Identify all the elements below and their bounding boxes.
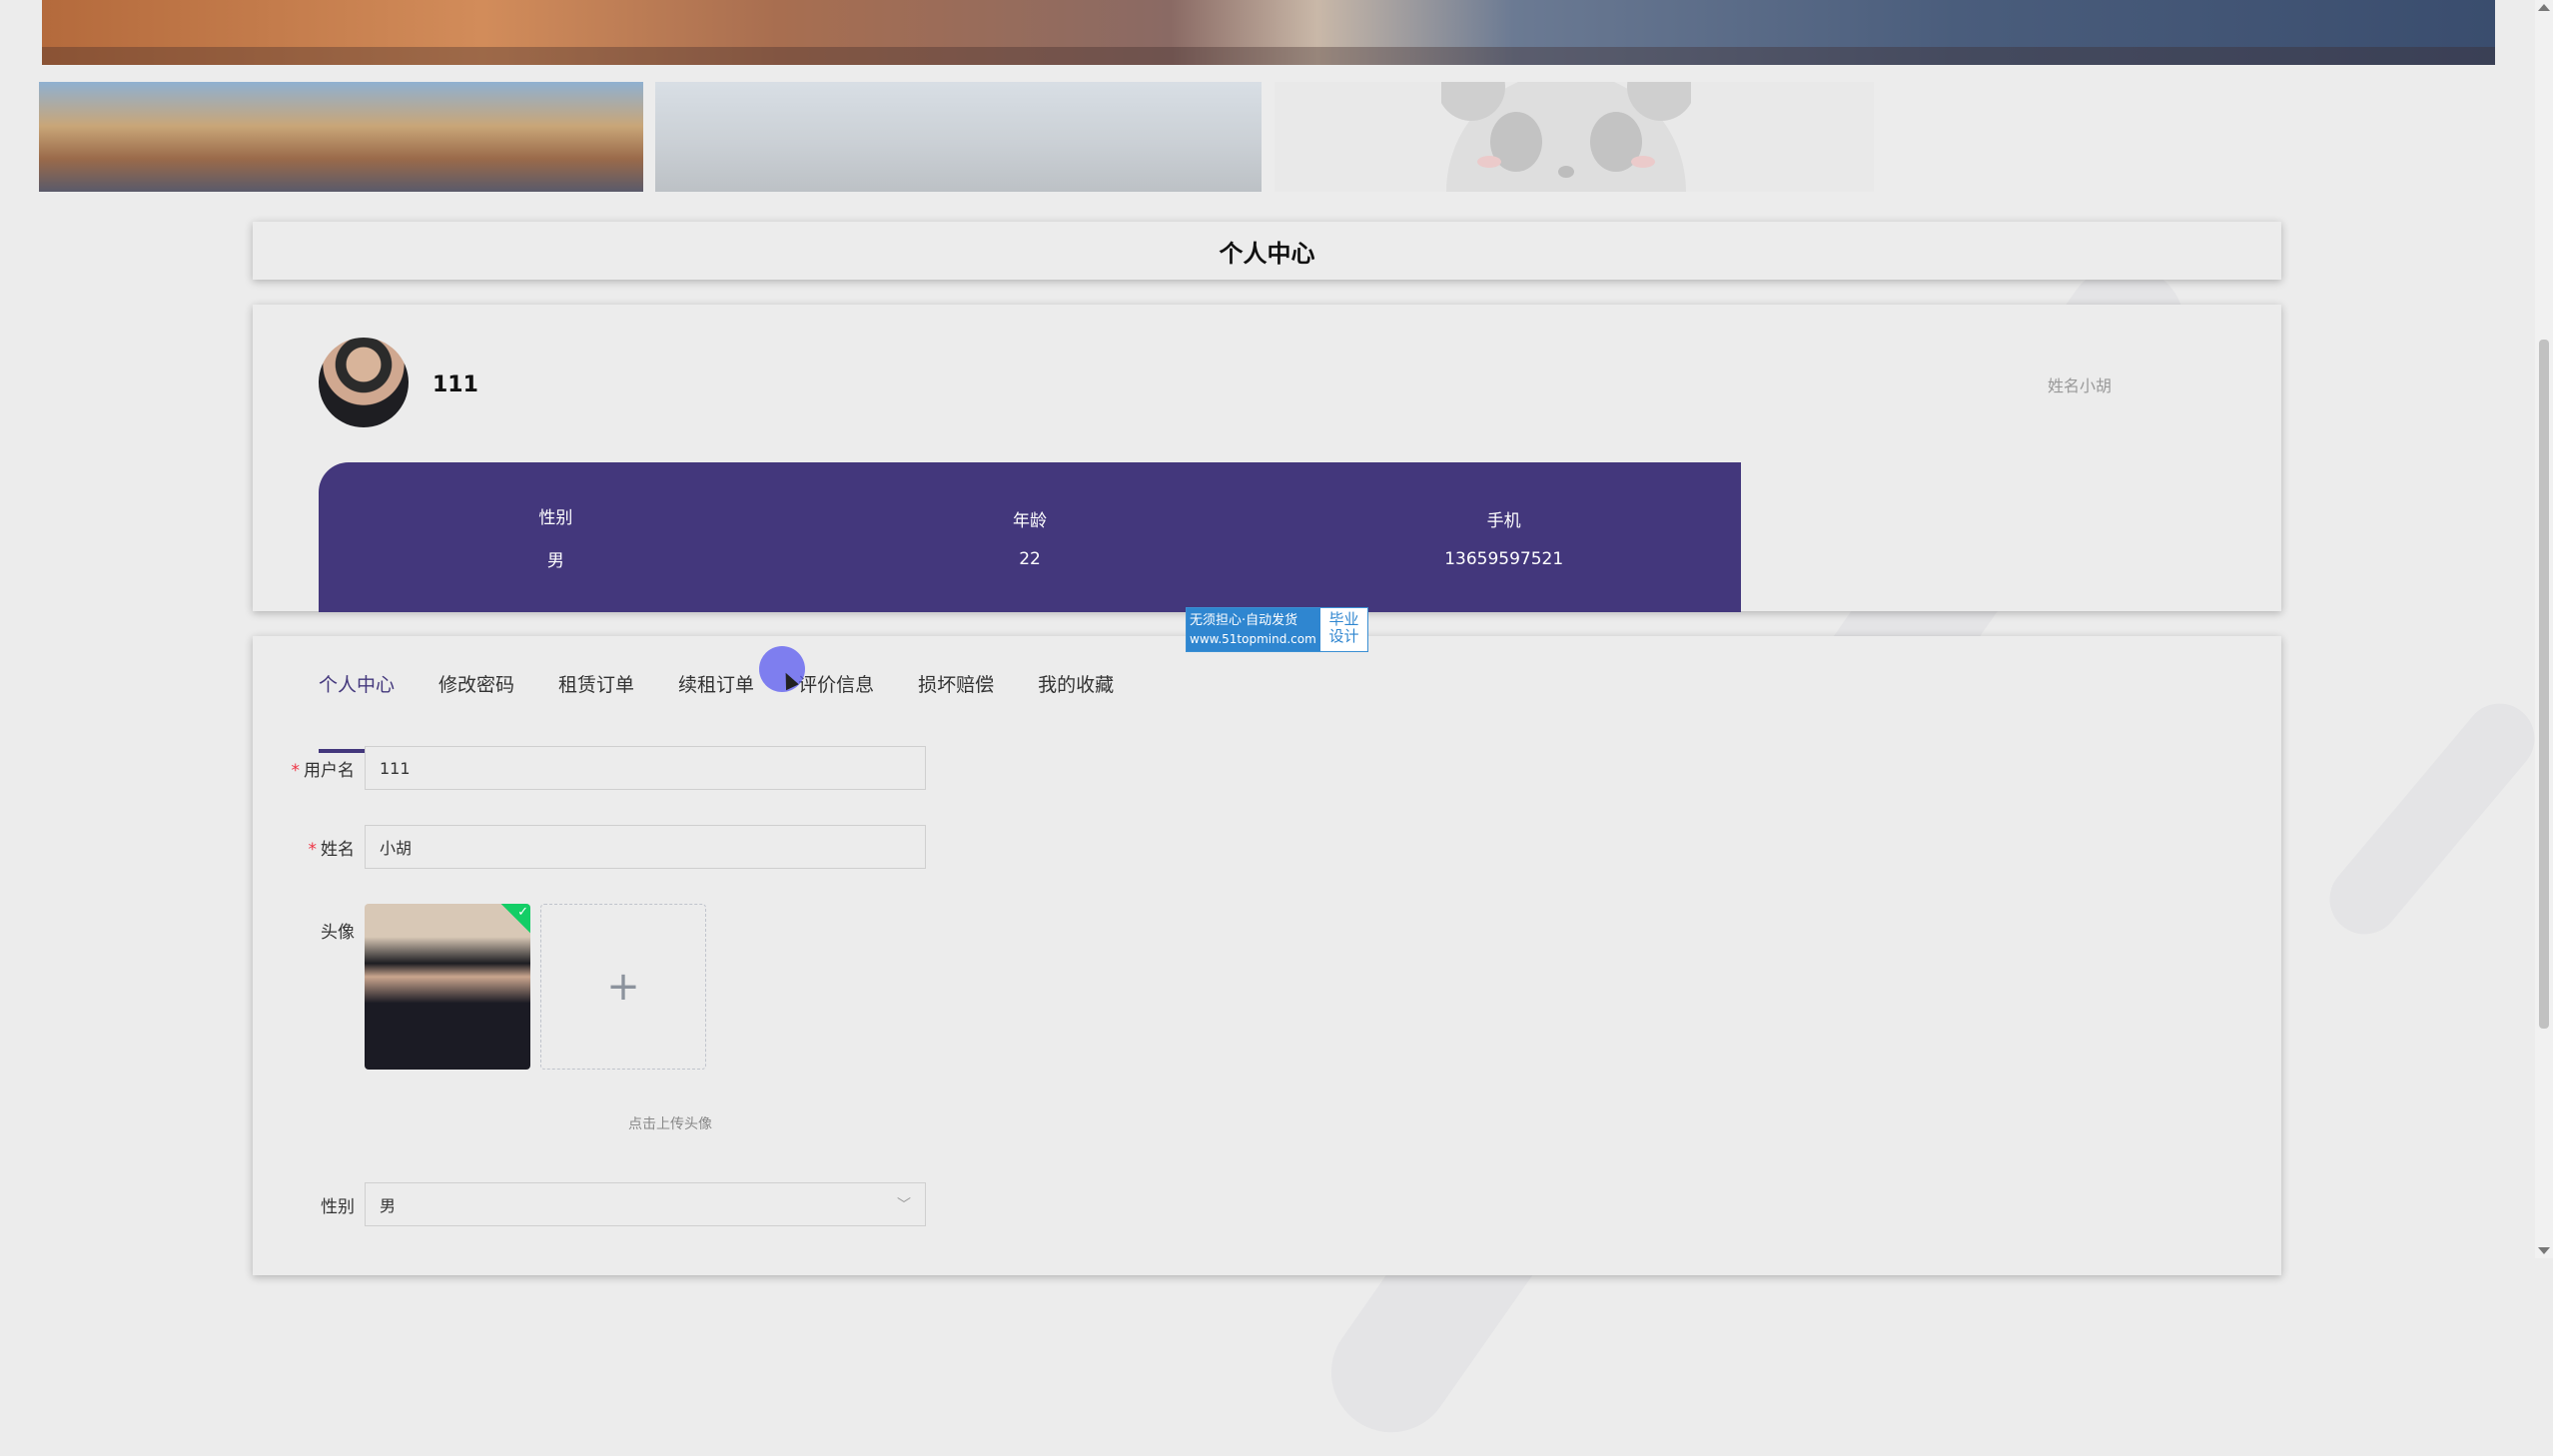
page-title-card: 个人中心 (253, 222, 2281, 280)
stat-phone: 手机 13659597521 (1267, 462, 1741, 612)
tab-change-password[interactable]: 修改密码 (438, 666, 514, 722)
profile-card: 111 姓名小胡 性别 男 年龄 22 手机 13659597521 (253, 305, 2281, 612)
watermark-badge: 无须担心·自动发货 www.51topmind.com 毕业 设计 (1186, 607, 1368, 652)
watermark-right-text: 毕业 (1328, 610, 1359, 628)
tab-favorites[interactable]: 我的收藏 (1038, 666, 1114, 722)
stat-gender: 性别 男 (319, 462, 793, 612)
username-input[interactable]: 111 (365, 746, 926, 790)
scrollbar-thumb[interactable] (2539, 340, 2549, 1029)
profile-stats-bar: 性别 男 年龄 22 手机 13659597521 (319, 462, 1741, 612)
name-input[interactable]: 小胡 (365, 825, 926, 869)
carousel-thumbnail[interactable] (39, 82, 643, 192)
gender-select[interactable]: 男 ﹀ (365, 1182, 926, 1226)
username-label: * 用户名 (291, 760, 356, 781)
carousel-thumbnail[interactable] (655, 82, 1262, 192)
gender-label: 性别 (321, 1196, 355, 1217)
chevron-down-icon: ﹀ (897, 1197, 911, 1213)
profile-form-card: 个人中心 修改密码 租赁订单 续租订单 评价信息 损坏赔偿 我的收藏 * 用户名 … (253, 636, 2281, 1275)
tab-renewal-orders[interactable]: 续租订单 (678, 666, 754, 722)
plus-icon: + (606, 964, 640, 1010)
upload-tip: 点击上传头像 (628, 1116, 712, 1132)
upload-avatar-button[interactable]: + (540, 904, 706, 1070)
tab-reviews[interactable]: 评价信息 (798, 666, 874, 722)
gender-selected-value: 男 (380, 1196, 397, 1215)
watermark-text: 无须担心·自动发货 (1190, 613, 1298, 628)
stat-label: 性别 (538, 508, 573, 528)
name-label: * 姓名 (308, 839, 356, 860)
avatar (319, 338, 409, 427)
form-row-avatar: 头像 ✓ + (253, 904, 706, 1070)
banner-image[interactable] (42, 0, 2495, 65)
watermark-right-text: 设计 (1328, 627, 1359, 645)
avatar-label: 头像 (321, 923, 355, 943)
page-scrollbar[interactable] (2535, 0, 2553, 1258)
stat-label: 手机 (1486, 510, 1521, 531)
tab-damage-compensation[interactable]: 损坏赔偿 (918, 666, 994, 722)
cursor-highlight (759, 646, 805, 692)
tab-personal-center[interactable]: 个人中心 (319, 666, 396, 753)
profile-tabs: 个人中心 修改密码 租赁订单 续租订单 评价信息 损坏赔偿 我的收藏 (319, 666, 1158, 753)
form-row-username: * 用户名 111 (253, 746, 926, 790)
stat-value: 13659597521 (1444, 548, 1564, 569)
form-row-name: * 姓名 小胡 (253, 825, 926, 869)
stat-label: 年龄 (1013, 510, 1047, 531)
scroll-up-icon[interactable] (2538, 4, 2550, 11)
page-title: 个人中心 (1219, 239, 1315, 268)
watermark-url: www.51topmind.com (1190, 632, 1316, 646)
profile-username: 111 (432, 372, 478, 397)
profile-name-hint: 姓名小胡 (2047, 376, 2112, 395)
uploaded-avatar-image[interactable]: ✓ (365, 904, 530, 1070)
background-stripe (2315, 689, 2549, 949)
stat-value: 男 (546, 551, 564, 571)
stat-value: 22 (1019, 548, 1041, 569)
form-row-gender: 性别 男 ﹀ (253, 1182, 926, 1226)
check-icon: ✓ (517, 905, 528, 920)
panda-illustration (1441, 82, 1691, 192)
tab-rental-orders[interactable]: 租赁订单 (558, 666, 634, 722)
scroll-down-icon[interactable] (2538, 1247, 2550, 1254)
stat-age: 年龄 22 (793, 462, 1268, 612)
